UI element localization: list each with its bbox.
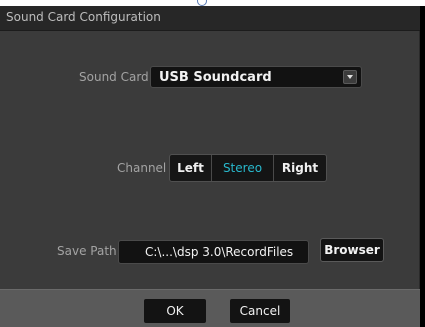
ok-button[interactable]: OK — [143, 298, 207, 324]
dialog-title: Sound Card Configuration — [6, 10, 161, 24]
sound-card-label: Sound Card — [79, 70, 149, 84]
channel-stereo-button[interactable]: Stereo — [212, 155, 274, 181]
browse-button[interactable]: Browser — [320, 238, 384, 262]
dialog-footer: OK Cancel — [0, 289, 420, 327]
cancel-button[interactable]: Cancel — [229, 298, 291, 324]
sound-card-dialog: Sound Card Configuration Sound Card USB … — [0, 6, 420, 327]
channel-selector: Left Stereo Right — [169, 154, 327, 182]
app-window: Sound Card Configuration Sound Card USB … — [0, 0, 425, 327]
dialog-titlebar[interactable]: Sound Card Configuration — [0, 6, 420, 31]
sound-card-dropdown[interactable]: USB Soundcard — [150, 66, 362, 88]
chevron-down-icon[interactable] — [343, 70, 357, 84]
channel-label: Channel — [117, 161, 167, 175]
save-path-field[interactable]: C:\...\dsp 3.0\RecordFiles — [118, 240, 309, 264]
window-edge — [420, 6, 425, 327]
sound-card-selected-value: USB Soundcard — [159, 70, 272, 85]
save-path-label: Save Path — [57, 244, 117, 258]
channel-right-button[interactable]: Right — [274, 155, 326, 181]
save-path-value: C:\...\dsp 3.0\RecordFiles — [145, 245, 294, 259]
channel-left-button[interactable]: Left — [170, 155, 212, 181]
